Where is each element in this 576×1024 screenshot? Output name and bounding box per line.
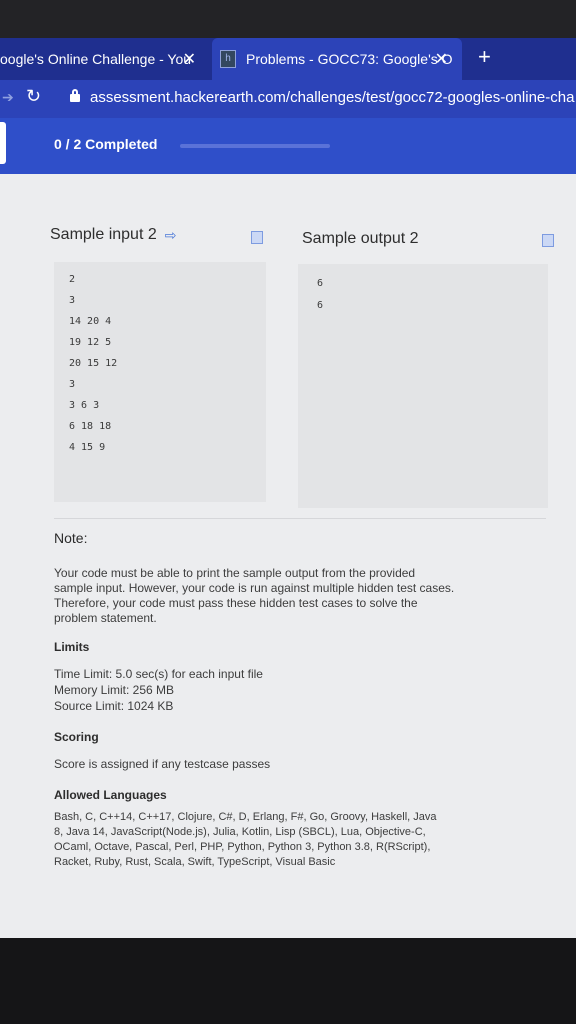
languages-line: Bash, C, C++14, C++17, Clojure, C#, D, E… — [54, 811, 437, 823]
code-line: 3 — [69, 295, 76, 306]
note-title: Note: — [54, 530, 88, 546]
code-line: 2 — [69, 274, 76, 285]
code-line: 3 — [69, 379, 76, 390]
sample-output-box: 6 6 — [298, 264, 548, 508]
note-line: Therefore, your code must pass these hid… — [54, 596, 418, 610]
note-body: Your code must be able to print the samp… — [54, 566, 540, 626]
scoring-text: Score is assigned if any testcase passes — [54, 757, 271, 771]
languages-line: 8, Java 14, JavaScript(Node.js), Julia, … — [54, 826, 426, 838]
side-panel-handle[interactable] — [0, 122, 6, 164]
back-arrow-icon[interactable]: ➔ — [2, 89, 14, 106]
note-line: sample input. However, your code is run … — [54, 581, 455, 595]
languages-line: Racket, Ruby, Rust, Scala, Swift, TypeSc… — [54, 856, 336, 868]
open-external-icon[interactable]: ⇨ — [165, 227, 177, 244]
progress-text: 0 / 2 Completed — [54, 136, 158, 152]
problem-content: Sample input 2 ⇨ Sample output 2 2 3 14 … — [0, 174, 576, 938]
browser-tab-problems[interactable]: h Problems - GOCC73: Google's O ✕ — [212, 38, 462, 80]
new-tab-button[interactable]: + — [478, 44, 491, 70]
close-icon[interactable]: ✕ — [183, 49, 196, 69]
lock-icon[interactable] — [70, 89, 80, 102]
screen-bezel-bottom — [0, 938, 576, 1024]
reload-icon[interactable]: ↻ — [26, 86, 41, 107]
limits-body: Time Limit: 5.0 sec(s) for each input fi… — [54, 666, 263, 714]
source-limit: Source Limit: 1024 KB — [54, 699, 174, 713]
progress-bar — [180, 144, 330, 148]
sample-input-box: 2 3 14 20 4 19 12 5 20 15 12 3 3 6 3 6 1… — [54, 262, 266, 502]
code-line: 20 15 12 — [69, 358, 118, 369]
scoring-title: Scoring — [54, 730, 99, 744]
close-icon[interactable]: ✕ — [435, 49, 448, 69]
note-line: problem statement. — [54, 611, 157, 625]
sample-input-title: Sample input 2 — [50, 226, 157, 243]
copy-input-icon[interactable] — [251, 231, 263, 244]
address-bar: ➔ ↻ assessment.hackerearth.com/challenge… — [0, 80, 576, 118]
sample-output-heading: Sample output 2 — [302, 230, 419, 248]
sample-input-heading: Sample input 2 ⇨ — [50, 226, 176, 244]
copy-output-icon[interactable] — [542, 234, 554, 247]
hackerearth-favicon-icon: h — [220, 50, 236, 68]
time-limit: Time Limit: 5.0 sec(s) for each input fi… — [54, 667, 263, 681]
code-line: 19 12 5 — [69, 337, 112, 348]
allowed-languages-list: Bash, C, C++14, C++17, Clojure, C#, D, E… — [54, 810, 528, 870]
screen-bezel-top — [0, 0, 576, 40]
code-line: 6 — [317, 300, 324, 311]
limits-title: Limits — [54, 640, 90, 654]
code-line: 4 15 9 — [69, 442, 106, 453]
memory-limit: Memory Limit: 256 MB — [54, 683, 175, 697]
url-field[interactable]: assessment.hackerearth.com/challenges/te… — [90, 89, 574, 106]
tab-title: oogle's Online Challenge - You — [0, 51, 192, 67]
code-line: 6 — [317, 278, 324, 289]
browser-tab-online-challenge[interactable]: oogle's Online Challenge - You ✕ — [0, 38, 210, 80]
allowed-languages-title: Allowed Languages — [54, 788, 167, 802]
code-line: 6 18 18 — [69, 421, 112, 432]
sample-output-title: Sample output 2 — [302, 230, 419, 247]
progress-header: 0 / 2 Completed — [0, 118, 576, 174]
languages-line: OCaml, Octave, Pascal, Perl, PHP, Python… — [54, 841, 431, 853]
tab-title: Problems - GOCC73: Google's O — [246, 51, 453, 67]
section-divider — [54, 518, 546, 519]
code-line: 14 20 4 — [69, 316, 112, 327]
code-line: 3 6 3 — [69, 400, 100, 411]
note-line: Your code must be able to print the samp… — [54, 566, 416, 580]
